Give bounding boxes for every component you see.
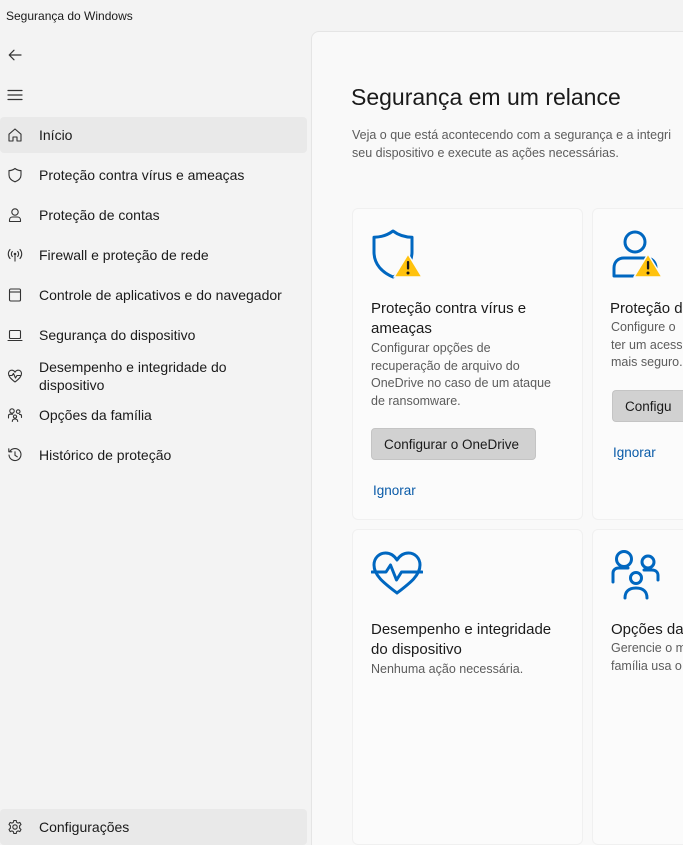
card-description: Configurar opções de recuperação de arqu… (371, 341, 551, 408)
shield-icon (6, 166, 24, 184)
ignore-link[interactable]: Ignorar (613, 445, 656, 460)
person-warning-icon (610, 229, 663, 284)
app-window-icon (6, 286, 24, 304)
card-description: Gerencie o m família usa o (611, 641, 683, 673)
family-icon (610, 548, 662, 605)
sidebar-item-device-performance[interactable]: Desempenho e integridade do dispositivo (0, 356, 307, 396)
sidebar-item-device-security[interactable]: Segurança do dispositivo (0, 317, 307, 353)
menu-button[interactable] (4, 84, 26, 106)
sidebar-item-account-protection[interactable]: Proteção de contas (0, 197, 307, 233)
hamburger-menu-icon (7, 89, 23, 101)
sidebar-item-label: Controle de aplicativos e do navegador (39, 287, 282, 303)
sidebar-item-label: Opções da família (39, 407, 152, 423)
configure-button[interactable]: Configu (612, 390, 683, 422)
page-description: Veja o que está acontecendo com a segura… (352, 128, 671, 160)
sidebar-item-label: Proteção contra vírus e ameaças (39, 167, 245, 183)
gear-icon (6, 818, 24, 836)
sidebar-item-label: Firewall e proteção de rede (39, 247, 209, 263)
home-icon (6, 126, 24, 144)
sidebar-item-firewall[interactable]: Firewall e proteção de rede (0, 237, 307, 273)
page-title: Segurança em um relance (351, 84, 621, 110)
laptop-icon (6, 326, 24, 344)
history-icon (6, 446, 24, 464)
sidebar-item-label: Configurações (39, 819, 130, 835)
wireless-icon (6, 246, 24, 264)
back-arrow-icon (8, 49, 22, 61)
sidebar-item-label: Desempenho e integridade do dispositivo (39, 359, 227, 393)
sidebar-item-label: Histórico de proteção (39, 447, 172, 463)
sidebar-item-protection-history[interactable]: Histórico de proteção (0, 437, 307, 473)
back-button[interactable] (4, 44, 26, 66)
card-title: Proteção contra vírus e ameaças (371, 300, 527, 337)
card-description: Configure o ter um acess mais seguro. (611, 320, 683, 369)
card-title: Opções da (611, 621, 683, 638)
shield-warning-icon (371, 229, 423, 284)
sidebar-item-virus-protection[interactable]: Proteção contra vírus e ameaças (0, 157, 307, 193)
card-title: Proteção d (610, 300, 683, 317)
sidebar-item-label: Segurança do dispositivo (39, 327, 196, 343)
sidebar-item-settings[interactable]: Configurações (0, 809, 307, 845)
sidebar-item-app-browser-control[interactable]: Controle de aplicativos e do navegador (0, 277, 307, 313)
family-icon (6, 406, 24, 424)
heart-pulse-icon (6, 367, 24, 385)
sidebar-item-family-options[interactable]: Opções da família (0, 397, 307, 433)
sidebar-item-label: Proteção de contas (39, 207, 160, 223)
person-icon (6, 206, 24, 224)
heart-pulse-icon (370, 549, 424, 602)
ignore-link[interactable]: Ignorar (373, 483, 416, 498)
window-title: Segurança do Windows (6, 9, 133, 23)
card-description: Nenhuma ação necessária. (371, 662, 524, 676)
sidebar-item-label: Início (39, 127, 73, 143)
sidebar-item-home[interactable]: Início (0, 117, 307, 153)
configure-onedrive-button[interactable]: Configurar o OneDrive (371, 428, 536, 460)
card-title: Desempenho e integridade do dispositivo (371, 621, 552, 658)
